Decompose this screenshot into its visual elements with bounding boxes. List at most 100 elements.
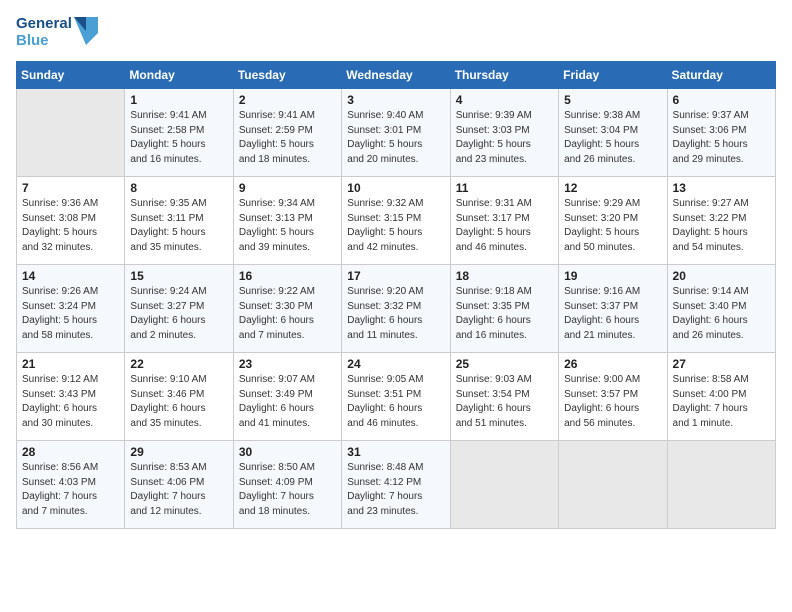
day-number: 19 — [564, 269, 661, 283]
calendar-cell: 7 Sunrise: 9:36 AM Sunset: 3:08 PM Daylig… — [17, 177, 125, 265]
calendar-cell — [667, 441, 775, 529]
day-number: 25 — [456, 357, 553, 371]
day-info: Sunrise: 9:34 AM Sunset: 3:13 PM Dayligh… — [239, 197, 336, 255]
day-number: 4 — [456, 93, 553, 107]
day-info: Sunrise: 9:00 AM Sunset: 3:57 PM Dayligh… — [564, 373, 661, 431]
calendar-cell: 21 Sunrise: 9:12 AM Sunset: 3:43 PM Dayli… — [17, 353, 125, 441]
logo-line2: Blue — [16, 33, 72, 50]
calendar-cell: 31Sunrise: 8:48 AM Sunset: 4:12 PM Dayli… — [342, 441, 450, 529]
day-number: 12 — [564, 181, 661, 195]
col-header-sunday: Sunday — [17, 62, 125, 89]
calendar-week-1: 1Sunrise: 9:41 AM Sunset: 2:58 PM Daylig… — [17, 89, 776, 177]
day-number: 14 — [22, 269, 119, 283]
calendar-cell: 22 Sunrise: 9:10 AM Sunset: 3:46 PM Dayli… — [125, 353, 233, 441]
day-number: 7 — [22, 181, 119, 195]
day-number: 8 — [130, 181, 227, 195]
day-info: Sunrise: 9:05 AM Sunset: 3:51 PM Dayligh… — [347, 373, 444, 431]
day-info: Sunrise: 9:35 AM Sunset: 3:11 PM Dayligh… — [130, 197, 227, 255]
calendar-cell: 24 Sunrise: 9:05 AM Sunset: 3:51 PM Dayli… — [342, 353, 450, 441]
calendar-cell: 30Sunrise: 8:50 AM Sunset: 4:09 PM Dayli… — [233, 441, 341, 529]
calendar-cell: 14 Sunrise: 9:26 AM Sunset: 3:24 PM Dayli… — [17, 265, 125, 353]
day-number: 3 — [347, 93, 444, 107]
day-number: 22 — [130, 357, 227, 371]
day-info: Sunrise: 9:12 AM Sunset: 3:43 PM Dayligh… — [22, 373, 119, 431]
col-header-saturday: Saturday — [667, 62, 775, 89]
logo-bird-icon — [74, 17, 98, 45]
page-header: General Blue — [16, 16, 776, 49]
calendar-week-3: 14 Sunrise: 9:26 AM Sunset: 3:24 PM Dayli… — [17, 265, 776, 353]
day-number: 23 — [239, 357, 336, 371]
calendar-cell: 6Sunrise: 9:37 AM Sunset: 3:06 PM Daylig… — [667, 89, 775, 177]
calendar-cell — [17, 89, 125, 177]
calendar-cell: 5 Sunrise: 9:38 AM Sunset: 3:04 PM Daylig… — [559, 89, 667, 177]
day-number: 24 — [347, 357, 444, 371]
day-number: 6 — [673, 93, 770, 107]
day-number: 18 — [456, 269, 553, 283]
calendar-cell: 12Sunrise: 9:29 AM Sunset: 3:20 PM Dayli… — [559, 177, 667, 265]
day-number: 28 — [22, 445, 119, 459]
day-number: 31 — [347, 445, 444, 459]
col-header-tuesday: Tuesday — [233, 62, 341, 89]
day-info: Sunrise: 9:14 AM Sunset: 3:40 PM Dayligh… — [673, 285, 770, 343]
calendar-cell — [450, 441, 558, 529]
calendar-cell: 10Sunrise: 9:32 AM Sunset: 3:15 PM Dayli… — [342, 177, 450, 265]
calendar-week-2: 7 Sunrise: 9:36 AM Sunset: 3:08 PM Daylig… — [17, 177, 776, 265]
calendar-cell: 20 Sunrise: 9:14 AM Sunset: 3:40 PM Dayli… — [667, 265, 775, 353]
calendar-cell: 18 Sunrise: 9:18 AM Sunset: 3:35 PM Dayli… — [450, 265, 558, 353]
day-info: Sunrise: 9:20 AM Sunset: 3:32 PM Dayligh… — [347, 285, 444, 343]
day-number: 20 — [673, 269, 770, 283]
day-number: 9 — [239, 181, 336, 195]
calendar-cell: 9 Sunrise: 9:34 AM Sunset: 3:13 PM Daylig… — [233, 177, 341, 265]
col-header-thursday: Thursday — [450, 62, 558, 89]
day-number: 11 — [456, 181, 553, 195]
day-number: 21 — [22, 357, 119, 371]
day-info: Sunrise: 9:27 AM Sunset: 3:22 PM Dayligh… — [673, 197, 770, 255]
calendar-header-row: SundayMondayTuesdayWednesdayThursdayFrid… — [17, 62, 776, 89]
day-number: 15 — [130, 269, 227, 283]
day-number: 13 — [673, 181, 770, 195]
calendar-cell — [559, 441, 667, 529]
col-header-wednesday: Wednesday — [342, 62, 450, 89]
calendar-cell: 11 Sunrise: 9:31 AM Sunset: 3:17 PM Dayli… — [450, 177, 558, 265]
day-number: 1 — [130, 93, 227, 107]
calendar-cell: 15 Sunrise: 9:24 AM Sunset: 3:27 PM Dayli… — [125, 265, 233, 353]
day-info: Sunrise: 9:18 AM Sunset: 3:35 PM Dayligh… — [456, 285, 553, 343]
day-number: 30 — [239, 445, 336, 459]
calendar-week-5: 28 Sunrise: 8:56 AM Sunset: 4:03 PM Dayli… — [17, 441, 776, 529]
day-number: 27 — [673, 357, 770, 371]
logo: General Blue — [16, 16, 98, 49]
calendar-cell: 25 Sunrise: 9:03 AM Sunset: 3:54 PM Dayli… — [450, 353, 558, 441]
calendar-cell: 23 Sunrise: 9:07 AM Sunset: 3:49 PM Dayli… — [233, 353, 341, 441]
calendar-cell: 29 Sunrise: 8:53 AM Sunset: 4:06 PM Dayli… — [125, 441, 233, 529]
day-info: Sunrise: 9:31 AM Sunset: 3:17 PM Dayligh… — [456, 197, 553, 255]
col-header-monday: Monday — [125, 62, 233, 89]
day-info: Sunrise: 9:41 AM Sunset: 2:59 PM Dayligh… — [239, 109, 336, 167]
day-number: 2 — [239, 93, 336, 107]
day-info: Sunrise: 9:16 AM Sunset: 3:37 PM Dayligh… — [564, 285, 661, 343]
day-number: 10 — [347, 181, 444, 195]
day-info: Sunrise: 8:56 AM Sunset: 4:03 PM Dayligh… — [22, 461, 119, 519]
day-info: Sunrise: 9:24 AM Sunset: 3:27 PM Dayligh… — [130, 285, 227, 343]
calendar-cell: 1Sunrise: 9:41 AM Sunset: 2:58 PM Daylig… — [125, 89, 233, 177]
day-number: 29 — [130, 445, 227, 459]
calendar-cell: 16 Sunrise: 9:22 AM Sunset: 3:30 PM Dayli… — [233, 265, 341, 353]
calendar-cell: 4Sunrise: 9:39 AM Sunset: 3:03 PM Daylig… — [450, 89, 558, 177]
day-info: Sunrise: 9:22 AM Sunset: 3:30 PM Dayligh… — [239, 285, 336, 343]
calendar-body: 1Sunrise: 9:41 AM Sunset: 2:58 PM Daylig… — [17, 89, 776, 529]
calendar-cell: 2 Sunrise: 9:41 AM Sunset: 2:59 PM Daylig… — [233, 89, 341, 177]
day-number: 16 — [239, 269, 336, 283]
day-info: Sunrise: 9:07 AM Sunset: 3:49 PM Dayligh… — [239, 373, 336, 431]
day-info: Sunrise: 9:40 AM Sunset: 3:01 PM Dayligh… — [347, 109, 444, 167]
day-info: Sunrise: 9:10 AM Sunset: 3:46 PM Dayligh… — [130, 373, 227, 431]
day-info: Sunrise: 9:26 AM Sunset: 3:24 PM Dayligh… — [22, 285, 119, 343]
logo-line1: General — [16, 16, 72, 33]
day-info: Sunrise: 9:38 AM Sunset: 3:04 PM Dayligh… — [564, 109, 661, 167]
calendar-cell: 28 Sunrise: 8:56 AM Sunset: 4:03 PM Dayli… — [17, 441, 125, 529]
day-info: Sunrise: 8:53 AM Sunset: 4:06 PM Dayligh… — [130, 461, 227, 519]
day-info: Sunrise: 9:36 AM Sunset: 3:08 PM Dayligh… — [22, 197, 119, 255]
calendar-cell: 19 Sunrise: 9:16 AM Sunset: 3:37 PM Dayli… — [559, 265, 667, 353]
day-number: 5 — [564, 93, 661, 107]
calendar-cell: 8 Sunrise: 9:35 AM Sunset: 3:11 PM Daylig… — [125, 177, 233, 265]
day-info: Sunrise: 9:03 AM Sunset: 3:54 PM Dayligh… — [456, 373, 553, 431]
day-number: 26 — [564, 357, 661, 371]
